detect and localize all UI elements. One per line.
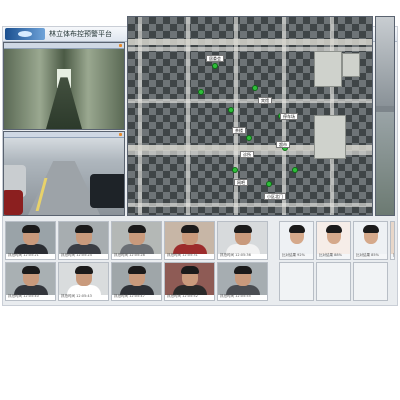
hair <box>74 266 93 274</box>
map-label[interactable]: 茶楼 <box>232 127 246 134</box>
map-road <box>128 39 372 45</box>
floor <box>46 77 82 129</box>
match-caption: 比对结果 88% <box>319 253 342 257</box>
hair <box>127 225 146 233</box>
hair <box>288 225 305 233</box>
camera-marker-icon[interactable] <box>232 167 238 173</box>
hair <box>233 266 252 274</box>
face-photo <box>112 263 161 295</box>
capture-caption: 抓拍时间 12:05:36 <box>220 253 251 257</box>
face-capture[interactable]: 抓拍时间 12:05:52 <box>164 262 215 301</box>
face-capture[interactable]: 抓拍时间 12:05:43 <box>58 262 109 301</box>
hair <box>180 266 199 274</box>
face-photo <box>165 263 214 295</box>
face-photo <box>59 263 108 295</box>
face-capture[interactable]: 抓拍时间 12:05:28 <box>111 221 162 260</box>
match-photo <box>354 222 387 254</box>
empty-slot <box>353 262 388 301</box>
hair <box>180 225 199 233</box>
feed-header <box>4 132 124 138</box>
hair <box>21 225 40 233</box>
face-capture[interactable]: 抓拍时间 12:05:24 <box>58 221 109 260</box>
capture-caption: 抓拍时间 12:05:47 <box>114 294 145 298</box>
hair <box>21 266 40 274</box>
parked-car <box>4 190 24 215</box>
camera-marker-icon[interactable] <box>246 135 252 141</box>
camera-marker-icon[interactable] <box>212 63 218 69</box>
match-photo <box>391 222 394 254</box>
camera-marker-icon[interactable] <box>266 181 272 187</box>
face-photo <box>165 222 214 254</box>
parked-car <box>90 173 124 209</box>
map-label[interactable]: 停车场 <box>280 113 298 120</box>
match-photo <box>317 222 350 254</box>
app-title: 林立体布控预警平台 <box>49 30 112 38</box>
face-capture[interactable]: 抓拍时间 12:05:36 <box>217 221 268 260</box>
corridor-camera-feed[interactable] <box>3 42 125 130</box>
right-camera-feed[interactable] <box>375 16 395 216</box>
face-photo <box>218 222 267 254</box>
feed-image <box>376 17 394 107</box>
face-photo <box>6 222 55 254</box>
match-photo <box>280 222 313 254</box>
map-label[interactable]: 超市 <box>276 141 290 148</box>
status-icon <box>119 133 122 136</box>
hair <box>74 225 93 233</box>
map-label[interactable]: 小区北门 <box>264 193 286 200</box>
map-label[interactable]: 网吧 <box>234 179 248 186</box>
match-result[interactable]: 比对结果 92% <box>279 221 314 260</box>
capture-caption: 抓拍时间 12:05:24 <box>61 253 92 257</box>
match-result[interactable]: 比对结果 85% <box>353 221 388 260</box>
capture-caption: 抓拍时间 12:05:40 <box>8 294 39 298</box>
face-photo <box>218 263 267 295</box>
map-building <box>342 53 360 77</box>
camera-marker-icon[interactable] <box>198 89 204 95</box>
capture-caption: 抓拍时间 12:05:21 <box>8 253 39 257</box>
match-caption: 比对结果 85% <box>356 253 379 257</box>
feed-image <box>376 112 394 215</box>
map-label[interactable]: 宾馆 <box>258 97 272 104</box>
capture-caption: 抓拍时间 12:05:43 <box>61 294 92 298</box>
empty-slot <box>279 262 314 301</box>
camera-marker-icon[interactable] <box>292 167 298 173</box>
hair <box>127 266 146 274</box>
map-label[interactable]: 诊所 <box>240 151 254 158</box>
empty-slot <box>316 262 351 301</box>
face-photo <box>112 222 161 254</box>
match-caption: 比对结果 81% <box>391 252 394 259</box>
face-capture[interactable]: 抓拍时间 12:05:31 <box>164 221 215 260</box>
face-capture-gallery: 抓拍时间 12:05:21 抓拍时间 12:05:24 抓拍时间 12:05:2… <box>3 219 395 303</box>
match-result[interactable]: 比对结果 81% <box>390 221 395 260</box>
face-photo <box>59 222 108 254</box>
face-capture[interactable]: 抓拍时间 12:05:55 <box>217 262 268 301</box>
street-camera-feed[interactable] <box>3 131 125 216</box>
camera-marker-icon[interactable] <box>252 85 258 91</box>
face-capture[interactable]: 抓拍时间 12:05:47 <box>111 262 162 301</box>
camera-marker-icon[interactable] <box>228 107 234 113</box>
hair <box>362 225 379 233</box>
face-photo <box>6 263 55 295</box>
app-logo-icon <box>5 28 45 40</box>
match-caption: 比对结果 92% <box>282 253 305 257</box>
capture-caption: 抓拍时间 12:05:31 <box>167 253 198 257</box>
face-capture[interactable]: 抓拍时间 12:05:21 <box>5 221 56 260</box>
hair <box>233 225 252 233</box>
feed-header <box>4 43 124 49</box>
map-building <box>314 51 342 87</box>
map-building <box>314 115 346 159</box>
capture-caption: 抓拍时间 12:05:28 <box>114 253 145 257</box>
map-label[interactable]: 居委会 <box>206 55 224 62</box>
face-capture[interactable]: 抓拍时间 12:05:40 <box>5 262 56 301</box>
match-result[interactable]: 比对结果 88% <box>316 221 351 260</box>
capture-caption: 抓拍时间 12:05:52 <box>167 294 198 298</box>
surveillance-map[interactable]: 居委会 宾馆 停车场 茶楼 超市 诊所 网吧 小区北门 <box>127 16 373 216</box>
capture-caption: 抓拍时间 12:05:55 <box>220 294 251 298</box>
status-icon <box>119 44 122 47</box>
hair <box>325 225 342 233</box>
